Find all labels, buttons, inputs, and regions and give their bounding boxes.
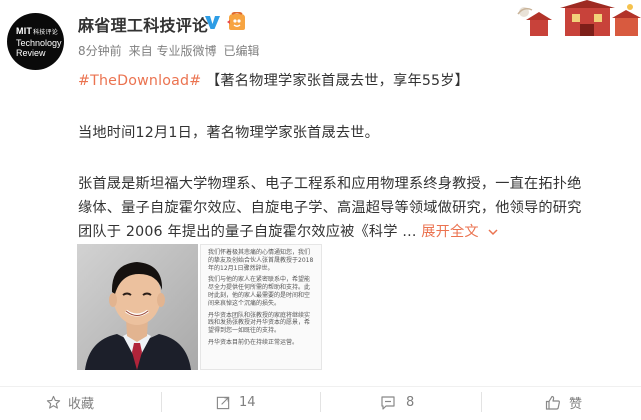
repost-count: 14 [239, 394, 256, 410]
statement-paragraph-4: 丹华资本目前仍在持续正常运营。 [208, 338, 299, 346]
like-button[interactable]: 赞 [545, 392, 582, 412]
post-source[interactable]: 来自 专业版微博 [129, 44, 217, 58]
post-meta: 8分钟前 来自 专业版微博 已编辑 [78, 42, 266, 59]
post-headline-line: #TheDownload# 【著名物理学家张首晟去世，享年55岁】 [78, 70, 469, 90]
comment-count: 8 [406, 394, 415, 410]
festival-decoration [510, 0, 641, 36]
vip-badge-icon[interactable] [225, 12, 249, 32]
expand-link[interactable]: 展开全文 [421, 224, 498, 240]
comment-icon [381, 395, 395, 410]
action-separator [481, 392, 482, 412]
hashtag-link[interactable]: #TheDownload# [78, 73, 201, 89]
statement-paragraph-3: 丹华资本团队和张教授的家庭将继续实践和发扬张教授对丹华资本的愿景，希望得到您一如… [208, 311, 311, 335]
avatar-logo-line2: Technology [16, 37, 62, 48]
statement-paragraph-2: 我们与他的家人在紧密联系中，希望能尽全力提供任何所需的帮助和支持。此时此刻，他的… [208, 276, 311, 307]
like-label: 赞 [569, 396, 583, 412]
account-name[interactable]: 麻省理工科技评论 [78, 12, 208, 36]
repost-icon [216, 396, 230, 409]
post-time[interactable]: 8分钟前 [78, 44, 122, 58]
action-separator [320, 392, 321, 412]
repost-button[interactable]: 14 [216, 392, 256, 412]
post-image-statement[interactable]: 我们怀着极其悲痛的心情通知您，我们的挚友及创始合伙人张首晟教授于2018年的12… [200, 244, 322, 370]
star-icon [46, 395, 61, 409]
avatar-logo-line1: MIT科技评论 [16, 25, 58, 36]
post-paragraph-2-line-3: 团队于 2006 年提出的量子自旋霍尔效应被《科学 ... 展开全文 [78, 221, 498, 241]
portrait-photo [77, 244, 198, 370]
action-separator [161, 392, 162, 412]
avatar[interactable]: MIT科技评论 Technology Review [7, 13, 64, 70]
statement-paragraph-1: 我们怀着极其悲痛的心情通知您，我们的挚友及创始合伙人张首晟教授于2018年的12… [208, 249, 314, 272]
post-headline: 【著名物理学家张首晟去世，享年55岁】 [206, 73, 470, 89]
thumbs-up-icon [545, 395, 560, 410]
favorite-button[interactable]: 收藏 [46, 392, 94, 412]
post-image-portrait[interactable] [77, 244, 198, 370]
edited-label[interactable]: 已编辑 [223, 44, 259, 58]
post-paragraph-2-line-2: 缘体、量子自旋霍尔效应、自旋电子学、高温超导等领域做研究，他领导的研究 [78, 200, 582, 216]
verified-icon [205, 16, 220, 29]
post-paragraph-2-line-1: 张首晟是斯坦福大学物理系、电子工程系和应用物理系终身教授，一直在拓扑绝 [78, 176, 582, 192]
chevron-down-icon [488, 229, 498, 236]
favorite-label: 收藏 [68, 396, 95, 412]
comment-button[interactable]: 8 [380, 392, 414, 412]
action-bar-divider [0, 386, 641, 387]
post-paragraph-1: 当地时间12月1日，著名物理学家张首晟去世。 [78, 125, 380, 141]
avatar-logo-line3: Review [16, 47, 46, 58]
